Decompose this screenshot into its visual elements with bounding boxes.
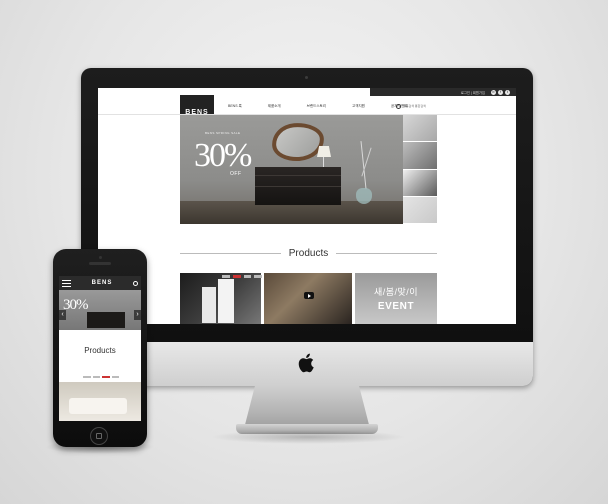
pager-dot-active[interactable]: [232, 275, 241, 278]
mobile-products-title: Products: [84, 346, 116, 355]
mobile-website-screen: BENS 30% ‹ › Products: [59, 276, 141, 421]
product-card-event[interactable]: 새/봄/맞/이 EVENT: [355, 273, 437, 324]
pager-dot[interactable]: [222, 275, 230, 278]
imac-camera: [305, 76, 308, 79]
sofa-image: [69, 398, 127, 414]
search-box: [396, 102, 436, 110]
apple-logo-icon: [298, 353, 314, 373]
mobile-product-pager: [83, 376, 119, 378]
mobile-header: BENS: [59, 276, 141, 290]
search-input[interactable]: [403, 104, 435, 108]
nav-item-look[interactable]: BENS 룩: [228, 104, 242, 109]
mirror-image: [270, 121, 326, 163]
hero-thumb-1[interactable]: [403, 115, 437, 143]
utility-bar: 로그인 | 회원가입 b f t: [370, 88, 516, 96]
heading-rule-left: [180, 252, 281, 254]
product-card-1[interactable]: [180, 273, 261, 324]
hero-banner[interactable]: BENS SPRING SALE 30% OFF: [180, 115, 403, 224]
mobile-hero-discount: 30%: [63, 297, 88, 313]
event-title: 새/봄/맞/이: [373, 287, 419, 297]
hero-off-label: OFF: [230, 171, 242, 177]
hamburger-menu-icon[interactable]: [62, 279, 71, 287]
nav-item-products[interactable]: 제품소개: [268, 104, 281, 109]
blog-icon[interactable]: b: [491, 89, 496, 95]
play-icon[interactable]: [304, 292, 314, 299]
dresser-image: [87, 312, 125, 328]
hero-thumb-4[interactable]: [403, 196, 437, 224]
heading-rule-right: [336, 252, 437, 254]
imac-shadow: [210, 430, 406, 444]
hero-thumb-2[interactable]: [403, 142, 437, 170]
pager-dot[interactable]: [254, 275, 262, 278]
search-icon[interactable]: [132, 280, 138, 286]
search-icon[interactable]: [396, 103, 401, 109]
twitter-icon[interactable]: t: [505, 89, 510, 95]
product-pager: [222, 275, 262, 278]
desktop-website-screen: 로그인 | 회원가입 b f t BENS BENS 룩 제품소개 브랜드스토리…: [98, 88, 516, 324]
hero-thumb-3[interactable]: [403, 169, 437, 197]
dresser-drawer-line: [255, 186, 341, 187]
login-join-links[interactable]: 로그인 | 회원가입: [461, 90, 485, 95]
mobile-hero-banner[interactable]: 30% ‹ ›: [59, 290, 141, 330]
phone-speaker: [89, 262, 111, 265]
cabinet-image: [202, 287, 216, 323]
pager-dot[interactable]: [92, 376, 100, 378]
nav-item-brand-story[interactable]: 브랜드스토리: [307, 104, 326, 109]
home-button-square-icon: [96, 433, 102, 439]
products-heading: Products: [180, 247, 437, 259]
hero-thumbnails: [403, 115, 437, 224]
event-label: EVENT: [377, 301, 415, 312]
mobile-product-card[interactable]: [59, 382, 141, 421]
products-title: Products: [288, 247, 329, 259]
facebook-icon[interactable]: f: [498, 89, 503, 95]
hero-discount: 30%: [194, 137, 252, 174]
lamp-shade-image: [317, 146, 331, 157]
main-nav: BENS 룩 제품소개 브랜드스토리 고객지원 공지/이벤트: [228, 102, 408, 110]
pager-dot[interactable]: [83, 376, 91, 378]
pager-dot[interactable]: [111, 376, 119, 378]
pager-dot-active[interactable]: [102, 376, 110, 378]
phone-camera: [99, 256, 102, 259]
hero-subtitle: BENS SPRING SALE: [205, 131, 241, 135]
lamp-pole-image: [323, 157, 324, 167]
dresser-drawer-line: [255, 175, 341, 176]
next-arrow-icon[interactable]: ›: [134, 310, 141, 320]
prev-arrow-icon[interactable]: ‹: [59, 310, 66, 320]
cabinet-image: [218, 279, 234, 323]
product-card-2[interactable]: [264, 273, 352, 324]
mobile-logo[interactable]: BENS: [92, 280, 113, 286]
vase-image: [356, 188, 372, 204]
nav-item-support[interactable]: 고객지원: [352, 104, 365, 109]
pager-dot[interactable]: [243, 275, 252, 278]
